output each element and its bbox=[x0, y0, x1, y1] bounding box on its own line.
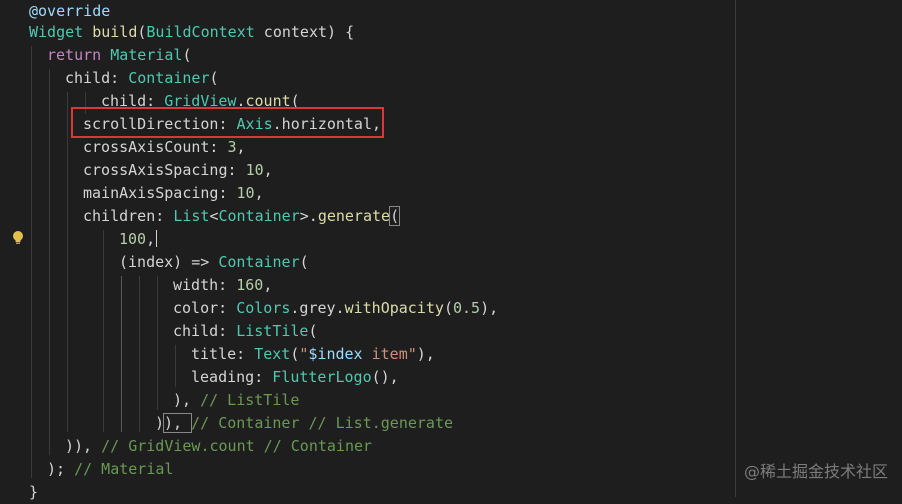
code-token: >. bbox=[299, 207, 318, 225]
code-token: ( bbox=[182, 46, 192, 64]
keyword-token: return bbox=[47, 46, 102, 64]
code-token: ), bbox=[173, 391, 201, 409]
property-token: crossAxisCount: bbox=[83, 138, 228, 156]
code-line[interactable]: color: Colors.grey.withOpacity(0.5), bbox=[173, 297, 498, 320]
comment-token: // ListTile bbox=[200, 391, 300, 409]
type-token: Container bbox=[128, 69, 210, 87]
type-token: ListTile bbox=[236, 322, 309, 340]
code-token: } bbox=[29, 483, 39, 501]
property-token: child: bbox=[173, 322, 237, 340]
code-token: ) bbox=[155, 414, 165, 432]
indent-guide bbox=[157, 276, 158, 410]
annotation-token: @override bbox=[29, 2, 111, 20]
property-token: mainAxisSpacing: bbox=[83, 184, 237, 202]
type-token: Material bbox=[110, 46, 183, 64]
code-line[interactable]: leading: FlutterLogo(), bbox=[191, 366, 399, 389]
property-token: children: bbox=[83, 207, 174, 225]
type-token: BuildContext bbox=[146, 23, 255, 41]
number-token: 0.5 bbox=[452, 299, 481, 317]
type-token: List bbox=[173, 207, 210, 225]
code-token: .grey. bbox=[290, 299, 345, 317]
code-line[interactable]: 100, bbox=[119, 228, 158, 251]
code-token: ( bbox=[299, 253, 309, 271]
code-line[interactable]: )), // Container // List.generate bbox=[155, 412, 453, 435]
code-token: , bbox=[263, 276, 273, 294]
type-token: Container bbox=[218, 207, 300, 225]
number-token: 10 bbox=[245, 161, 264, 179]
code-token: ( bbox=[308, 322, 318, 340]
code-line[interactable]: ); // Material bbox=[47, 458, 173, 481]
highlight-box bbox=[71, 107, 384, 138]
interpolation-token: $index bbox=[308, 345, 363, 363]
comment-token: // Container // List.generate bbox=[191, 414, 454, 432]
code-token: ); bbox=[47, 460, 75, 478]
indent-guide bbox=[67, 92, 68, 432]
indent-guide bbox=[139, 276, 140, 432]
code-line[interactable]: } bbox=[29, 481, 38, 504]
indent-guide bbox=[103, 230, 104, 432]
code-token: ), bbox=[163, 413, 193, 433]
code-token: , bbox=[254, 184, 264, 202]
indent-guide bbox=[175, 345, 176, 387]
code-line[interactable]: )), // GridView.count // Container bbox=[65, 435, 372, 458]
number-token: 3 bbox=[227, 138, 237, 156]
indent-guide bbox=[31, 46, 32, 478]
property-token: width: bbox=[173, 276, 237, 294]
indent-guide bbox=[121, 276, 122, 432]
code-line[interactable]: (index) => Container( bbox=[119, 251, 309, 274]
code-token: ( bbox=[209, 69, 219, 87]
comment-token: // Material bbox=[74, 460, 174, 478]
type-token: Widget bbox=[29, 23, 84, 41]
code-line[interactable]: mainAxisSpacing: 10, bbox=[83, 182, 264, 205]
code-line[interactable]: children: List<Container>.generate( bbox=[83, 205, 401, 228]
comment-token: // GridView.count // Container bbox=[101, 437, 373, 455]
code-line[interactable]: width: 160, bbox=[173, 274, 272, 297]
watermark-text: @稀土掘金技术社区 bbox=[743, 462, 888, 481]
code-line[interactable]: crossAxisCount: 3, bbox=[83, 136, 246, 159]
indent-guide bbox=[49, 69, 50, 455]
property-token: leading: bbox=[191, 368, 273, 386]
property-token: crossAxisSpacing: bbox=[83, 161, 246, 179]
type-token: Container bbox=[218, 253, 300, 271]
function-token: build bbox=[92, 23, 138, 41]
code-line[interactable]: Widget build(BuildContext context) { bbox=[29, 21, 354, 44]
editor-ruler bbox=[735, 0, 736, 497]
code-line[interactable]: title: Text("$index item"), bbox=[191, 343, 435, 366]
code-token: , bbox=[146, 230, 156, 248]
property-token: title: bbox=[191, 345, 255, 363]
code-token: ), bbox=[480, 299, 499, 317]
property-token: child: bbox=[65, 69, 129, 87]
code-token: (), bbox=[371, 368, 399, 386]
lightbulb-icon[interactable] bbox=[11, 230, 25, 246]
code-line[interactable]: crossAxisSpacing: 10, bbox=[83, 159, 273, 182]
string-token: item" bbox=[362, 345, 417, 363]
code-line[interactable]: ), // ListTile bbox=[173, 389, 299, 412]
code-line[interactable]: child: ListTile( bbox=[173, 320, 318, 343]
number-token: 160 bbox=[236, 276, 264, 294]
code-token: context) { bbox=[254, 23, 355, 41]
code-token: ( bbox=[389, 206, 401, 226]
number-token: 100 bbox=[119, 230, 147, 248]
code-token: ), bbox=[416, 345, 435, 363]
code-token: )), bbox=[65, 437, 102, 455]
property-token: color: bbox=[173, 299, 237, 317]
code-token: , bbox=[236, 138, 246, 156]
code-token: (index) => bbox=[119, 253, 219, 271]
code-editor[interactable]: @override Widget build(BuildContext cont… bbox=[0, 0, 902, 501]
function-token: generate bbox=[317, 207, 391, 225]
function-token: withOpacity bbox=[344, 299, 444, 317]
number-token: 10 bbox=[236, 184, 255, 202]
code-line[interactable]: @override bbox=[29, 0, 110, 23]
text-cursor bbox=[156, 230, 158, 247]
code-line[interactable]: child: Container( bbox=[65, 67, 219, 90]
type-token: Text bbox=[254, 345, 291, 363]
code-line[interactable]: return Material( bbox=[47, 44, 192, 67]
type-token: FlutterLogo bbox=[272, 368, 372, 386]
code-token: , bbox=[263, 161, 273, 179]
type-token: Colors bbox=[236, 299, 291, 317]
code-token: ( bbox=[443, 299, 453, 317]
